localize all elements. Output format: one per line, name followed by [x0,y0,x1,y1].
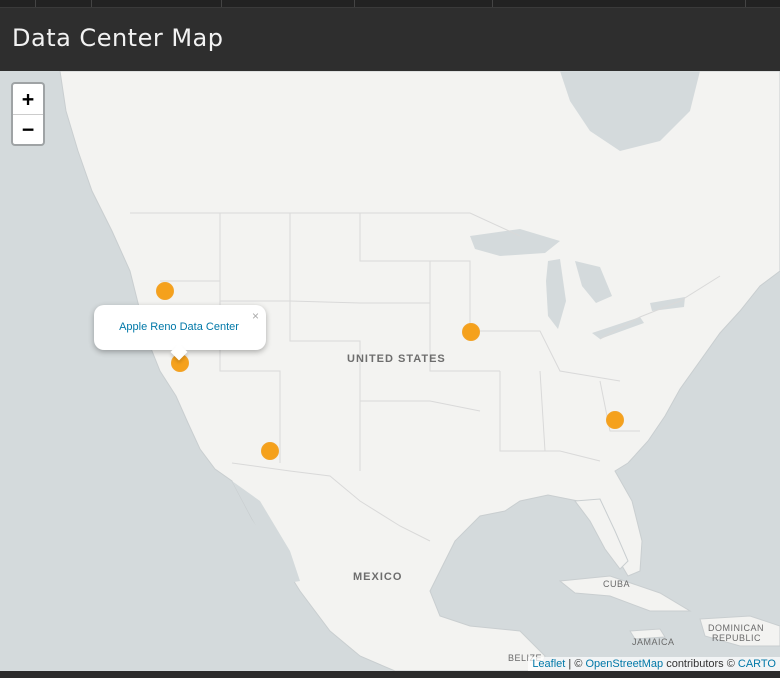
data-center-marker[interactable] [462,323,480,341]
zoom-in-button[interactable]: + [13,84,43,115]
label-mexico: MEXICO [353,571,403,583]
toolbar-segment[interactable] [222,0,355,7]
data-center-marker[interactable] [606,411,624,429]
data-center-marker[interactable] [261,442,279,460]
zoom-control: + − [11,82,45,146]
label-jamaica: JAMAICA [632,637,675,647]
attribution-contributors: contributors © [663,658,738,670]
map-container[interactable]: UNITED STATES MEXICO CUBA BELIZE JAMAICA… [0,71,780,671]
page-title: Data Center Map [12,24,224,52]
label-dominican: DOMINICAN [708,623,764,633]
toolbar-segment[interactable] [0,0,36,7]
land-north-america [59,71,780,671]
toolbar-segment[interactable] [92,0,222,7]
header: Data Center Map [0,8,780,71]
label-cuba: CUBA [603,579,631,589]
label-united-states: UNITED STATES [347,353,446,365]
top-toolbar-strip [0,0,780,8]
leaflet-link[interactable]: Leaflet [532,658,565,670]
bottom-strip [0,671,780,678]
popup-close-button[interactable]: × [252,309,259,323]
label-republic: REPUBLIC [712,633,762,643]
attribution-bar: Leaflet | © OpenStreetMap contributors ©… [528,657,780,671]
popup-text[interactable]: Apple Reno Data Center [94,321,264,333]
osm-link[interactable]: OpenStreetMap [585,658,663,670]
toolbar-segment[interactable] [716,0,746,7]
toolbar-segment[interactable] [355,0,493,7]
toolbar-segment[interactable] [36,0,92,7]
attribution-separator: | © [565,658,586,670]
data-center-marker[interactable] [156,282,174,300]
carto-link[interactable]: CARTO [738,658,776,670]
marker-popup: Apple Reno Data Center × [94,305,266,361]
zoom-out-button[interactable]: − [13,114,43,144]
